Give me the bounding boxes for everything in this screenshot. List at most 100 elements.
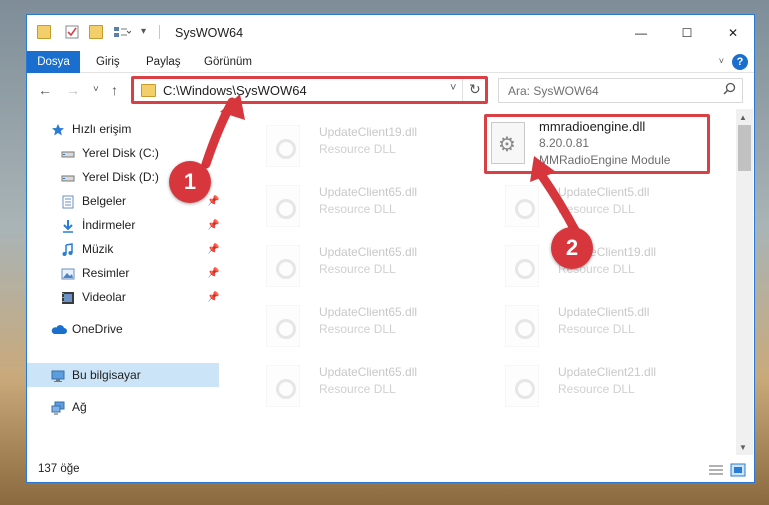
file-description: Resource DLL — [558, 202, 635, 216]
search-box[interactable]: Ara: SysWOW64 — [498, 78, 743, 103]
file-description: Resource DLL — [558, 322, 635, 336]
file-description: Resource DLL — [319, 382, 396, 396]
tab-home[interactable]: Giriş — [96, 51, 120, 73]
pin-icon[interactable]: 📌 — [207, 292, 219, 303]
pin-icon[interactable]: 📌 — [207, 268, 219, 279]
properties-icon[interactable] — [65, 25, 79, 39]
list-item[interactable]: UpdateClient19.dll Resource DLL — [482, 239, 712, 294]
navigation-bar: ← → ˅ ↑ C:\Windows\SysWOW64 ˅ ↻ Ara: Sys… — [27, 73, 754, 109]
vertical-scrollbar[interactable]: ▲ ▼ — [736, 109, 753, 455]
file-name: mmradioengine.dll — [539, 119, 646, 134]
details-view-icon[interactable] — [708, 463, 724, 477]
file-name: UpdateClient21.dll — [558, 365, 657, 379]
sidebar-item-label: Müzik — [82, 242, 114, 256]
star-icon — [51, 122, 65, 136]
tab-share[interactable]: Paylaş — [146, 51, 181, 73]
file-name: UpdateClient19.dll — [319, 125, 418, 139]
tab-view[interactable]: Görünüm — [204, 51, 252, 73]
ribbon-expand-icon[interactable]: ˅ — [719, 56, 724, 66]
file-name: UpdateClient5.dll — [558, 185, 650, 199]
documents-icon — [61, 194, 75, 209]
network-icon — [51, 400, 65, 415]
target-file-item[interactable]: ⚙ mmradioengine.dll 8.20.0.81 MMRadioEng… — [484, 114, 710, 174]
address-dropdown-icon[interactable]: ˅ — [450, 82, 456, 94]
dll-file-icon — [266, 305, 300, 347]
list-item[interactable]: UpdateClient19.dll Resource DLL — [243, 119, 473, 174]
file-name: UpdateClient65.dll — [319, 245, 418, 259]
dll-file-icon — [505, 305, 539, 347]
large-icons-view-icon[interactable] — [730, 463, 746, 477]
view-options-icon[interactable] — [113, 25, 132, 39]
address-divider — [462, 79, 463, 102]
recent-locations-button[interactable]: ˅ — [93, 84, 99, 95]
videos-icon — [61, 290, 75, 304]
list-item[interactable]: UpdateClient65.dll Resource DLL — [243, 179, 473, 234]
refresh-icon[interactable]: ↻ — [469, 81, 481, 98]
file-description: Resource DLL — [319, 142, 396, 156]
sidebar-item-label: Yerel Disk (C:) — [82, 146, 159, 160]
search-icon — [723, 82, 736, 98]
pin-icon[interactable]: 📌 — [207, 244, 219, 255]
list-item[interactable]: UpdateClient65.dll Resource DLL — [243, 299, 473, 354]
ribbon-tabs: Dosya Giriş Paylaş Görünüm ˅ ? — [27, 51, 754, 106]
file-version: 8.20.0.81 — [539, 136, 590, 150]
annotation-marker-1: 1 — [169, 161, 211, 203]
file-description: Resource DLL — [319, 262, 396, 276]
sidebar-item-label: Hızlı erişim — [72, 122, 132, 136]
dll-file-icon — [505, 185, 539, 227]
minimize-icon: — — [635, 26, 647, 40]
dll-file-icon — [266, 125, 300, 167]
drive-icon — [61, 170, 75, 184]
file-description: Resource DLL — [558, 382, 635, 396]
file-list: UpdateClient19.dll Resource DLL UpdateCl… — [220, 109, 736, 455]
file-description: Resource DLL — [319, 322, 396, 336]
search-input[interactable]: Ara: SysWOW64 — [508, 84, 599, 98]
sidebar-item-label: Bu bilgisayar — [72, 368, 141, 382]
scroll-up-icon[interactable]: ▲ — [739, 113, 747, 122]
list-item[interactable]: UpdateClient65.dll Resource DLL — [243, 359, 473, 414]
sidebar-item-label: Yerel Disk (D:) — [82, 170, 159, 184]
pin-icon[interactable]: 📌 — [207, 196, 219, 207]
sidebar-item-label: Belgeler — [82, 194, 127, 208]
dll-file-icon — [505, 245, 539, 287]
file-description: Resource DLL — [319, 202, 396, 216]
sidebar-item-label: Videolar — [82, 290, 126, 304]
close-icon: ✕ — [727, 26, 739, 40]
sidebar-item-label: Resimler — [82, 266, 130, 280]
title-divider — [159, 25, 160, 39]
dll-file-icon — [266, 185, 300, 227]
forward-button[interactable]: → — [66, 82, 80, 98]
computer-icon — [51, 368, 65, 382]
list-item[interactable]: UpdateClient5.dll Resource DLL — [482, 179, 712, 234]
maximize-button[interactable]: ☐ — [664, 15, 710, 51]
list-item[interactable]: UpdateClient21.dll Resource DLL — [482, 359, 712, 414]
dll-file-icon — [505, 365, 539, 407]
list-item[interactable]: UpdateClient5.dll Resource DLL — [482, 299, 712, 354]
minimize-button[interactable]: — — [618, 15, 664, 51]
drive-icon — [61, 146, 75, 160]
address-bar[interactable]: C:\Windows\SysWOW64 ˅ ↻ — [133, 78, 487, 103]
pin-icon[interactable]: 📌 — [207, 220, 219, 231]
customize-toolbar-icon[interactable]: ▾ — [141, 26, 155, 40]
file-description: MMRadioEngine Module — [539, 153, 671, 167]
scroll-down-icon[interactable]: ▼ — [739, 443, 747, 452]
scroll-thumb[interactable] — [738, 125, 751, 171]
file-name: UpdateClient5.dll — [558, 305, 650, 319]
list-item[interactable]: UpdateClient65.dll Resource DLL — [243, 239, 473, 294]
address-path[interactable]: C:\Windows\SysWOW64 — [163, 83, 307, 98]
pictures-icon — [61, 266, 75, 280]
up-button[interactable]: ↑ — [111, 82, 118, 98]
file-name: UpdateClient65.dll — [319, 185, 418, 199]
cloud-icon — [51, 322, 67, 336]
file-name: UpdateClient65.dll — [319, 305, 418, 319]
close-button[interactable]: ✕ — [710, 15, 754, 51]
folder-icon — [37, 25, 51, 39]
sidebar-item-label: İndirmeler — [82, 218, 136, 232]
folder-icon — [141, 84, 156, 97]
maximize-icon: ☐ — [681, 26, 693, 40]
title-bar: ▾ SysWOW64 — ☐ ✕ — [27, 15, 754, 51]
sidebar-item-label: OneDrive — [72, 322, 123, 336]
back-button[interactable]: ← — [38, 82, 52, 98]
help-icon[interactable]: ? — [732, 54, 748, 70]
new-folder-icon[interactable] — [89, 25, 103, 39]
